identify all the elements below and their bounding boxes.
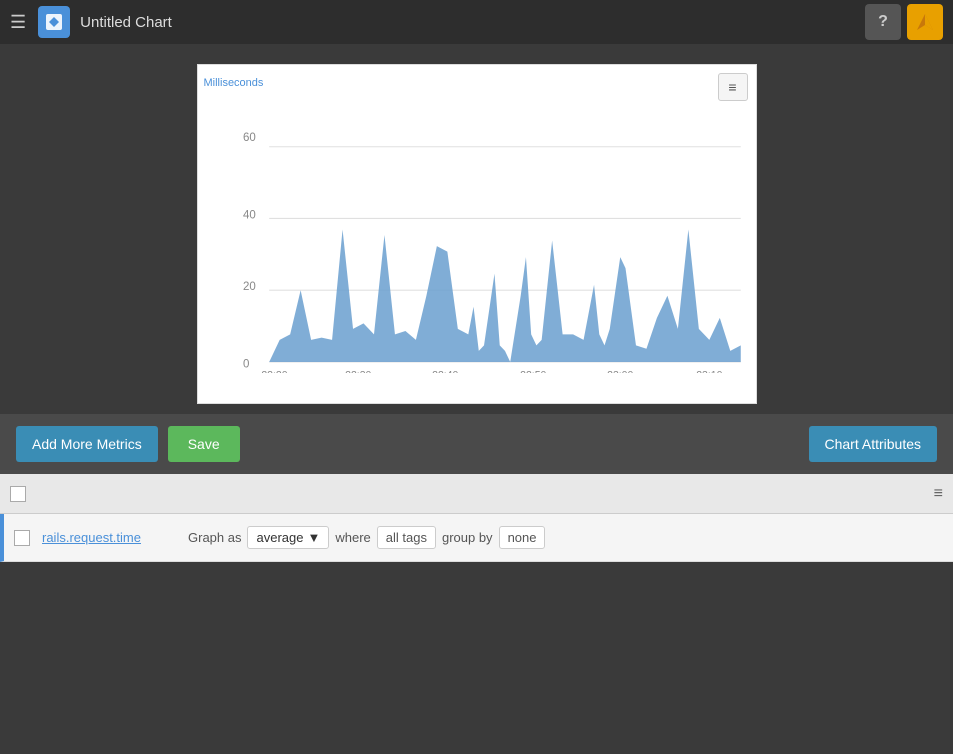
- svg-text:20: 20: [243, 279, 256, 293]
- brand-logo-icon: [913, 10, 937, 34]
- chart-container: Milliseconds ≡ 0 20 40 60 22:20 22:30 22…: [0, 44, 953, 414]
- save-button[interactable]: Save: [168, 426, 240, 462]
- svg-text:60: 60: [243, 130, 256, 144]
- brand-icon: [907, 4, 943, 40]
- all-tags-pill[interactable]: all tags: [377, 526, 436, 549]
- add-more-metrics-button[interactable]: Add More Metrics: [16, 426, 158, 462]
- app-logo: [38, 6, 70, 38]
- select-all-checkbox[interactable]: [10, 486, 26, 502]
- toolbar: Add More Metrics Save Chart Attributes: [0, 414, 953, 474]
- svg-text:40: 40: [243, 207, 256, 221]
- hamburger-icon[interactable]: ☰: [10, 12, 26, 33]
- metric-checkbox[interactable]: [14, 530, 30, 546]
- page-title: Untitled Chart: [80, 14, 865, 31]
- metric-row: rails.request.time Graph as average ▼ wh…: [0, 514, 953, 562]
- svg-text:22:30: 22:30: [345, 369, 371, 373]
- svg-text:23:10: 23:10: [696, 369, 722, 373]
- logo-icon: [44, 12, 64, 32]
- svg-text:22:20: 22:20: [261, 369, 287, 373]
- chart-box: Milliseconds ≡ 0 20 40 60 22:20 22:30 22…: [197, 64, 757, 404]
- svg-text:22:40: 22:40: [432, 369, 458, 373]
- average-dropdown[interactable]: average ▼: [247, 526, 329, 549]
- group-by-label: group by: [442, 530, 493, 545]
- chart-menu-button[interactable]: ≡: [718, 73, 748, 101]
- chart-ylabel: Milliseconds: [204, 77, 264, 89]
- metric-name[interactable]: rails.request.time: [42, 530, 182, 545]
- svg-text:22:50: 22:50: [520, 369, 546, 373]
- group-by-none-pill[interactable]: none: [499, 526, 546, 549]
- dropdown-chevron-icon: ▼: [307, 530, 320, 545]
- metrics-list-icon[interactable]: ≡: [934, 485, 943, 503]
- chart-attributes-button[interactable]: Chart Attributes: [809, 426, 938, 462]
- graph-as-label: Graph as: [188, 530, 241, 545]
- chart-svg: 0 20 40 60 22:20 22:30 22:40 22:50 23:00…: [243, 75, 746, 373]
- svg-text:23:00: 23:00: [607, 369, 633, 373]
- metrics-header-row: ≡: [0, 474, 953, 514]
- app-header: ☰ Untitled Chart ?: [0, 0, 953, 44]
- where-label: where: [335, 530, 370, 545]
- svg-text:0: 0: [243, 356, 250, 370]
- help-button[interactable]: ?: [865, 4, 901, 40]
